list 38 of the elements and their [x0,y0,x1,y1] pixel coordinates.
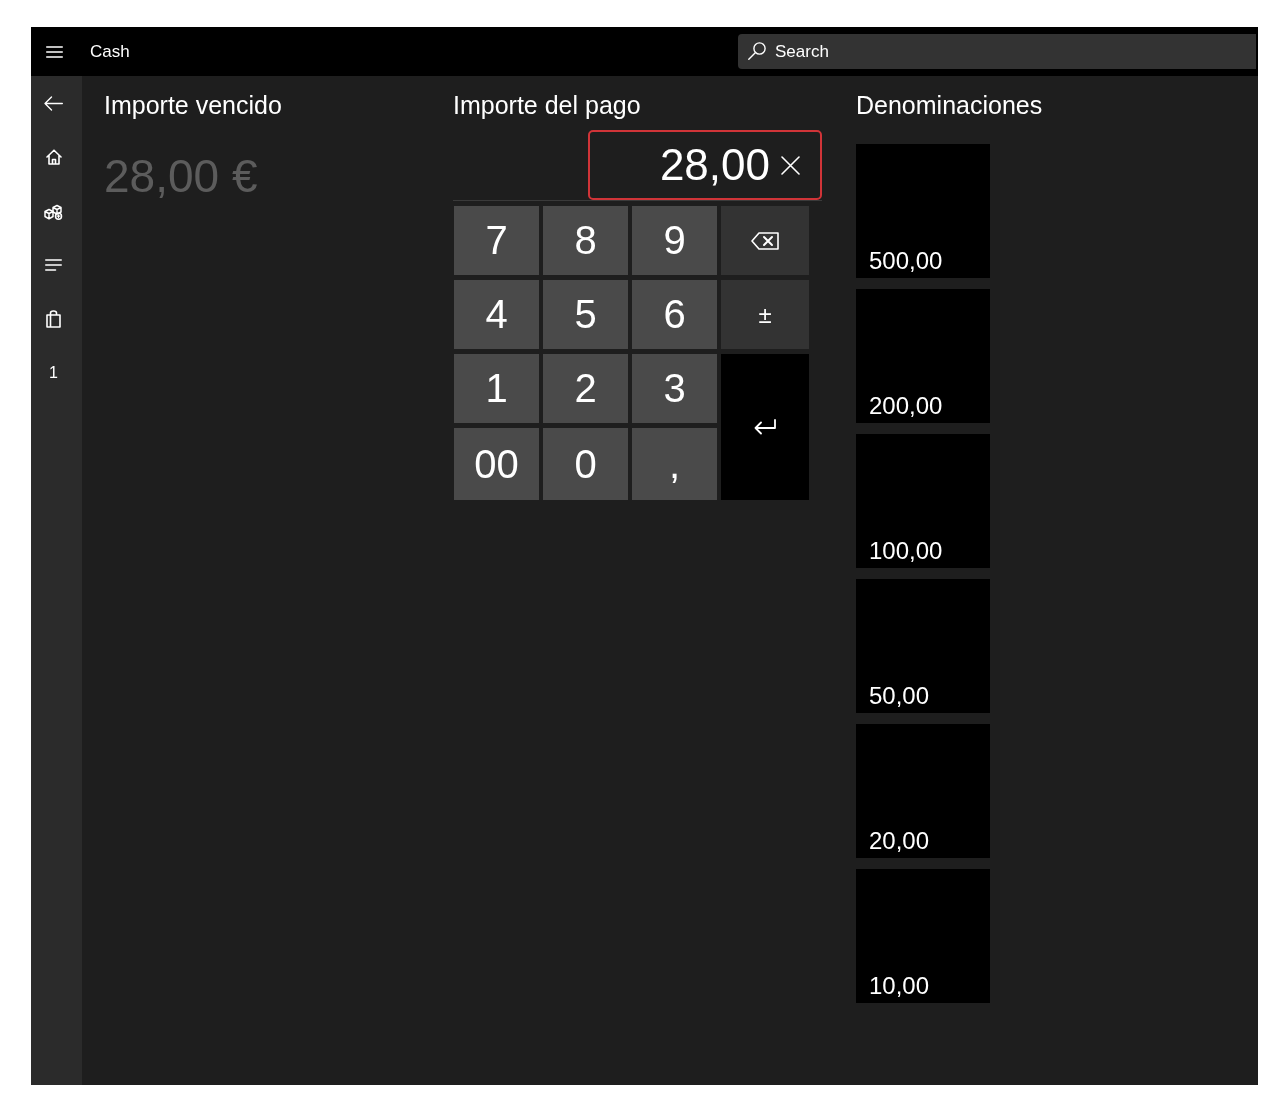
back-arrow-icon[interactable] [44,95,63,111]
search-icon [748,42,766,60]
digit-key[interactable]: 1 [454,354,539,423]
item-count[interactable]: 1 [49,364,58,382]
boxes-icon[interactable] [44,202,63,220]
search-field[interactable]: Search [738,34,1256,69]
section-heading: Importe del pago [453,90,641,121]
amount-field[interactable]: 28,00 [588,130,822,200]
amount-due-value: 28,00 € [104,149,258,204]
denomination-button[interactable]: 50,00 [856,579,990,713]
digit-key[interactable]: 6 [632,280,717,349]
section-heading: Denominaciones [856,90,1043,121]
denomination-button[interactable]: 100,00 [856,434,990,568]
section-heading: Importe vencido [104,90,282,121]
denomination-button[interactable]: 20,00 [856,724,990,858]
menu-icon[interactable] [45,45,63,58]
digit-key[interactable]: 8 [543,206,628,275]
bag-icon[interactable] [46,310,61,328]
sign-key[interactable]: ± [721,280,809,349]
app-title: Cash [90,41,130,62]
digit-key[interactable]: 4 [454,280,539,349]
digit-key[interactable]: 2 [543,354,628,423]
digit-key[interactable]: , [632,428,717,500]
digit-key[interactable]: 9 [632,206,717,275]
enter-icon [754,419,776,435]
digit-key[interactable]: 00 [454,428,539,500]
backspace-icon [751,231,779,250]
digit-key[interactable]: 0 [543,428,628,500]
denomination-button[interactable]: 200,00 [856,289,990,423]
digit-key[interactable]: 3 [632,354,717,423]
backspace-key[interactable] [721,206,809,275]
home-icon[interactable] [45,149,62,165]
digit-key[interactable]: 7 [454,206,539,275]
denomination-button[interactable]: 10,00 [856,869,990,1003]
denomination-button[interactable]: 500,00 [856,144,990,278]
lines-icon[interactable] [45,259,62,271]
digit-key[interactable]: 5 [543,280,628,349]
clear-icon[interactable] [781,156,800,175]
